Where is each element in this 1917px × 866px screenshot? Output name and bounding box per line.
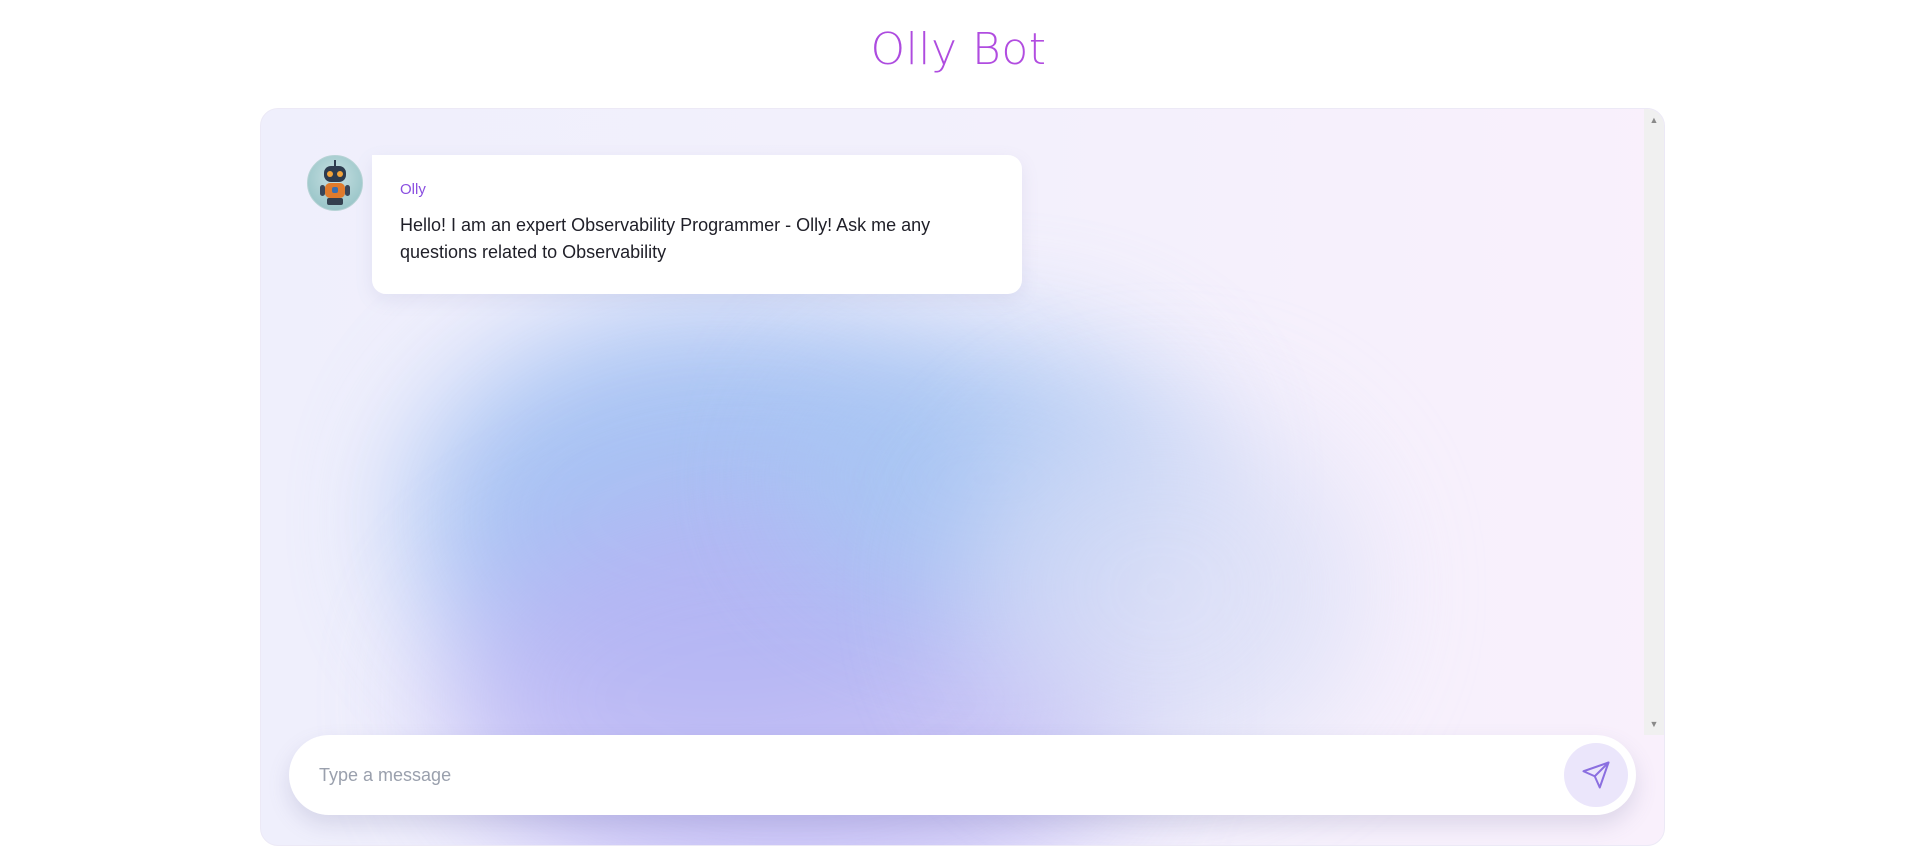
message-bubble: Olly Hello! I am an expert Observability… xyxy=(372,155,1022,294)
robot-chest xyxy=(332,187,338,193)
robot-legs xyxy=(327,198,343,205)
robot-eye xyxy=(327,171,333,177)
robot-arm xyxy=(345,185,350,196)
message-composer xyxy=(289,735,1636,815)
send-button[interactable] xyxy=(1564,743,1628,807)
message-text: Hello! I am an expert Observability Prog… xyxy=(400,215,931,262)
robot-head xyxy=(324,166,346,182)
message-sender: Olly xyxy=(400,181,426,198)
background-blob xyxy=(411,309,1031,729)
paper-plane-icon xyxy=(1582,761,1610,789)
message-row: Olly Hello! I am an expert Observability… xyxy=(307,155,1022,294)
message-list-scrollbar[interactable]: ▲ ▼ xyxy=(1644,109,1664,735)
page: Olly Bot Olly Hello! I am an expert Obse… xyxy=(0,0,1917,866)
message-input[interactable] xyxy=(317,754,1564,796)
background-blob xyxy=(961,409,1361,769)
scroll-down-arrow-icon[interactable]: ▼ xyxy=(1644,715,1664,733)
robot-body xyxy=(325,183,345,198)
scroll-up-arrow-icon[interactable]: ▲ xyxy=(1644,111,1664,129)
app-title: Olly Bot xyxy=(0,20,1917,80)
background-blob xyxy=(781,339,1201,619)
chat-panel: Olly Hello! I am an expert Observability… xyxy=(260,108,1665,846)
robot-eye xyxy=(337,171,343,177)
robot-avatar xyxy=(307,155,363,211)
